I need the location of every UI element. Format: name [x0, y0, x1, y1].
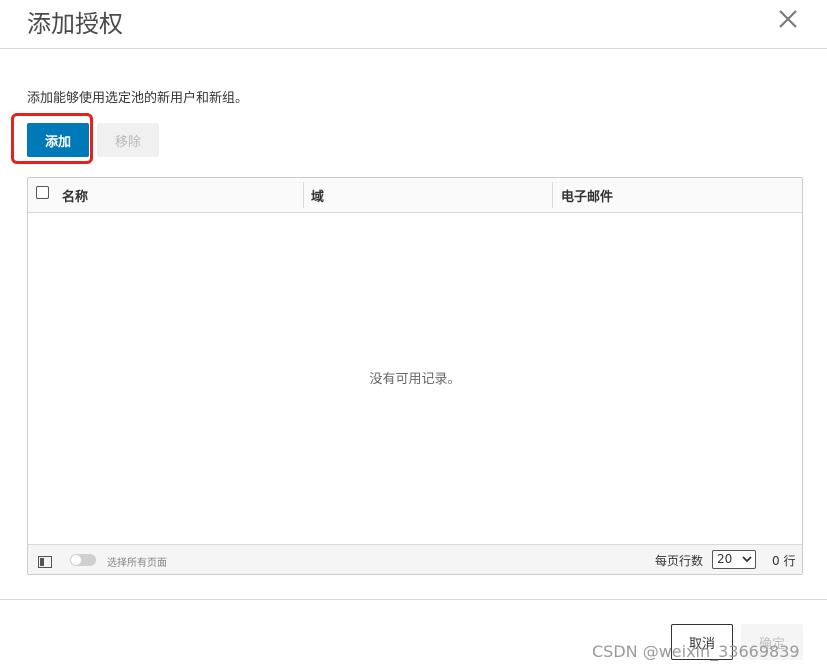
dialog-title: 添加授权 [27, 10, 123, 38]
empty-message: 没有可用记录。 [369, 372, 461, 387]
dialog-description: 添加能够使用选定池的新用户和新组。 [27, 91, 249, 106]
column-header-domain[interactable]: 域 [311, 186, 324, 205]
add-button[interactable]: 添加 [27, 123, 89, 157]
column-toggle-button[interactable] [38, 553, 52, 568]
entitlement-grid: 名称 域 电子邮件 没有可用记录。 选择所有页面 每页行数 20 0 行 [27, 177, 803, 575]
watermark: CSDN @weixin_33669839 [592, 642, 800, 661]
column-header-email[interactable]: 电子邮件 [561, 186, 613, 205]
select-all-pages-toggle[interactable] [70, 554, 96, 566]
grid-header: 名称 域 电子邮件 [28, 178, 802, 213]
header-divider [0, 48, 827, 49]
column-separator[interactable] [303, 182, 304, 208]
page-size-value: 20 [717, 552, 733, 566]
column-toggle-icon [38, 556, 52, 568]
page-size-select[interactable]: 20 [712, 550, 756, 569]
chevron-down-icon [742, 556, 752, 563]
rows-per-page-label: 每页行数 [655, 554, 704, 568]
column-separator[interactable] [552, 182, 553, 208]
toggle-knob [71, 555, 81, 565]
grid-footer: 选择所有页面 每页行数 20 0 行 [28, 544, 802, 574]
row-count: 0 行 [772, 554, 796, 568]
remove-button: 移除 [97, 123, 159, 157]
column-header-name[interactable]: 名称 [62, 186, 88, 205]
select-all-pages-label: 选择所有页面 [107, 558, 167, 569]
close-button[interactable] [776, 7, 800, 31]
select-all-checkbox[interactable] [36, 186, 49, 199]
footer-divider [0, 599, 827, 600]
close-icon [779, 10, 797, 28]
